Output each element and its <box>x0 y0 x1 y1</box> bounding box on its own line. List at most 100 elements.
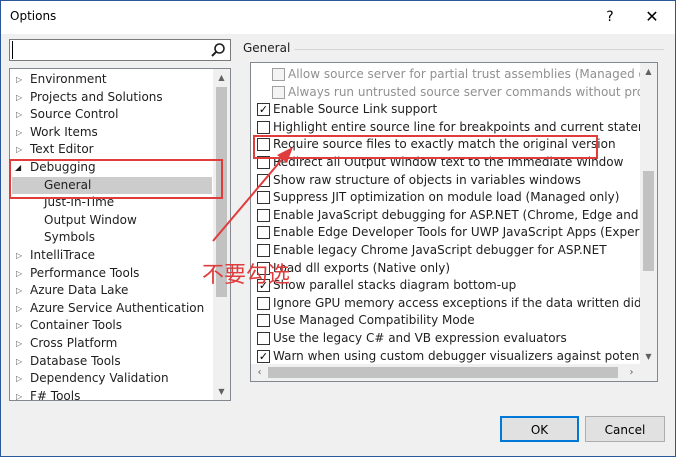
checkbox[interactable] <box>257 156 270 169</box>
scroll-down-icon[interactable]: ▼ <box>640 348 657 365</box>
search-input[interactable] <box>12 41 208 59</box>
expand-arrow-icon[interactable]: ▷ <box>16 93 24 103</box>
expand-arrow-icon[interactable]: ▷ <box>16 304 24 314</box>
tree-item-label: F# Tools <box>30 388 81 401</box>
option-label: Require source files to exactly match th… <box>273 137 616 152</box>
section-divider <box>294 49 664 50</box>
cancel-button[interactable]: Cancel <box>585 416 665 442</box>
option-label: Load dll exports (Native only) <box>273 260 451 275</box>
tree-item[interactable]: ▷ Environment <box>10 71 212 89</box>
checkbox[interactable] <box>257 244 270 257</box>
tree-item[interactable]: ▷ Source Control <box>10 106 212 124</box>
checkbox[interactable] <box>257 173 270 187</box>
scroll-thumb[interactable] <box>268 367 618 378</box>
tree-item-label: Database Tools <box>30 353 121 368</box>
tree-item-label: Dependency Validation <box>30 371 169 386</box>
expand-arrow-icon[interactable]: ▷ <box>16 269 24 279</box>
option-label: Enable Source Link support <box>273 102 438 117</box>
expand-arrow-icon[interactable]: ▷ <box>16 75 24 85</box>
expand-arrow-icon[interactable]: ▷ <box>16 339 24 349</box>
checkbox[interactable] <box>257 120 270 134</box>
expand-arrow-icon[interactable]: ▷ <box>16 110 24 120</box>
ok-button[interactable]: OK <box>500 416 579 442</box>
expand-arrow-icon[interactable]: ▷ <box>16 145 24 155</box>
option-label: Always run untrusted source server comma… <box>288 84 658 99</box>
scroll-up-icon[interactable]: ▲ <box>213 69 230 86</box>
tree-item[interactable]: ▷ Azure Data Lake <box>10 282 212 300</box>
tree-item[interactable]: ▷ Cross Platform <box>10 335 212 353</box>
expand-arrow-icon[interactable]: ▷ <box>16 251 24 261</box>
search-box <box>9 39 231 61</box>
collapse-arrow-icon[interactable]: ◢ <box>15 163 23 173</box>
tree-item[interactable]: ▷ Projects and Solutions <box>10 89 212 107</box>
tree-item[interactable]: ▷ F# Tools <box>10 388 212 401</box>
scroll-left-icon[interactable]: ‹ <box>251 364 268 381</box>
option-label: Ignore GPU memory access exceptions if t… <box>273 295 658 310</box>
checkbox[interactable] <box>257 191 270 205</box>
tree-item-label: Environment <box>30 72 107 86</box>
expand-arrow-icon[interactable]: ▷ <box>16 321 24 331</box>
expand-arrow-icon[interactable]: ▷ <box>16 357 24 367</box>
options-horizontal-scrollbar[interactable]: ‹ › <box>251 364 657 381</box>
tree-item-label: Text Editor <box>30 142 94 157</box>
tree-item-label: General <box>44 177 92 192</box>
expand-arrow-icon[interactable]: ▷ <box>16 128 24 138</box>
expand-arrow-icon[interactable]: ▷ <box>16 286 24 296</box>
scroll-right-icon[interactable]: › <box>623 364 640 381</box>
tree-item[interactable]: ▷ Container Tools <box>10 317 212 335</box>
title-bar: Options ? ✕ <box>1 1 675 34</box>
tree-item-label: Azure Data Lake <box>30 283 129 298</box>
expand-arrow-icon[interactable]: ▷ <box>16 392 24 400</box>
tree-item[interactable]: ▷ Azure Service Authentication <box>10 300 212 318</box>
tree-item[interactable]: ▷ Work Items <box>10 124 212 142</box>
window-title: Options <box>10 9 57 23</box>
option-label: Enable legacy Chrome JavaScript debugger… <box>273 243 607 257</box>
tree-item[interactable]: Just-In-Time <box>10 194 212 212</box>
checkbox-checked[interactable]: ✓ <box>257 103 270 117</box>
checkbox[interactable] <box>257 332 270 345</box>
tree-item[interactable]: ▷ Performance Tools <box>10 265 212 283</box>
tree-item-label: IntelliTrace <box>30 248 96 262</box>
option-label: Highlight entire source line for breakpo… <box>273 119 657 134</box>
checkbox <box>272 85 285 99</box>
tree-item[interactable]: Output Window <box>10 212 212 230</box>
scroll-thumb[interactable] <box>643 171 654 271</box>
tree-item[interactable]: ▷ Dependency Validation <box>10 370 212 388</box>
checkbox[interactable] <box>257 226 270 240</box>
option-label: Enable Edge Developer Tools for UWP Java… <box>273 225 658 240</box>
checkbox[interactable] <box>257 314 270 328</box>
checkbox[interactable] <box>257 208 270 222</box>
help-button[interactable]: ? <box>598 5 622 29</box>
search-icon[interactable] <box>209 41 227 59</box>
tree-item-label: Symbols <box>44 230 95 245</box>
tree-item[interactable]: ▷ Database Tools <box>10 353 212 371</box>
options-list[interactable]: ✓ Warn when using custom debugger visuali… <box>250 62 658 382</box>
checkbox-checked[interactable]: ✓ <box>257 349 270 363</box>
tree-item[interactable]: ◢ Debugging <box>10 159 212 177</box>
tree-item[interactable]: ▷ Text Editor <box>10 141 212 159</box>
scroll-up-icon[interactable]: ▲ <box>640 63 657 80</box>
category-tree[interactable]: ▷ F# Tools ▷ Dependency Validation ▷ Database… <box>9 68 231 401</box>
option-label: Show parallel stacks diagram bottom-up <box>273 278 517 293</box>
tree-item-label: Work Items <box>30 124 98 139</box>
tree-item-label: Output Window <box>44 212 137 227</box>
option-label: Redirect all Output Window text to the I… <box>273 155 624 169</box>
option-label: Enable JavaScript debugging for ASP.NET … <box>273 207 658 222</box>
tree-item-label: Cross Platform <box>30 336 118 350</box>
tree-item[interactable]: Symbols <box>10 229 212 247</box>
tree-item-label: Performance Tools <box>30 265 140 280</box>
tree-scrollbar[interactable]: ▲ ▼ <box>213 69 230 400</box>
close-button[interactable]: ✕ <box>637 5 667 29</box>
option-label: Warn when using custom debugger visualiz… <box>273 348 658 363</box>
option-label: Use Managed Compatibility Mode <box>273 313 475 328</box>
options-vertical-scrollbar[interactable]: ▲ ▼ <box>640 63 657 365</box>
checkbox[interactable] <box>257 138 270 152</box>
checkbox[interactable] <box>257 296 270 310</box>
tree-item[interactable]: General <box>12 176 212 195</box>
options-dialog: Options ? ✕ ▷ F# Tools ▷ Dependency Validat… <box>0 0 676 457</box>
annotation-text: 不要勾选 <box>202 263 291 288</box>
expand-arrow-icon[interactable]: ▷ <box>16 374 24 384</box>
scroll-down-icon[interactable]: ▼ <box>213 383 230 400</box>
tree-item[interactable]: ▷ IntelliTrace <box>10 247 212 265</box>
checkbox <box>272 68 285 81</box>
